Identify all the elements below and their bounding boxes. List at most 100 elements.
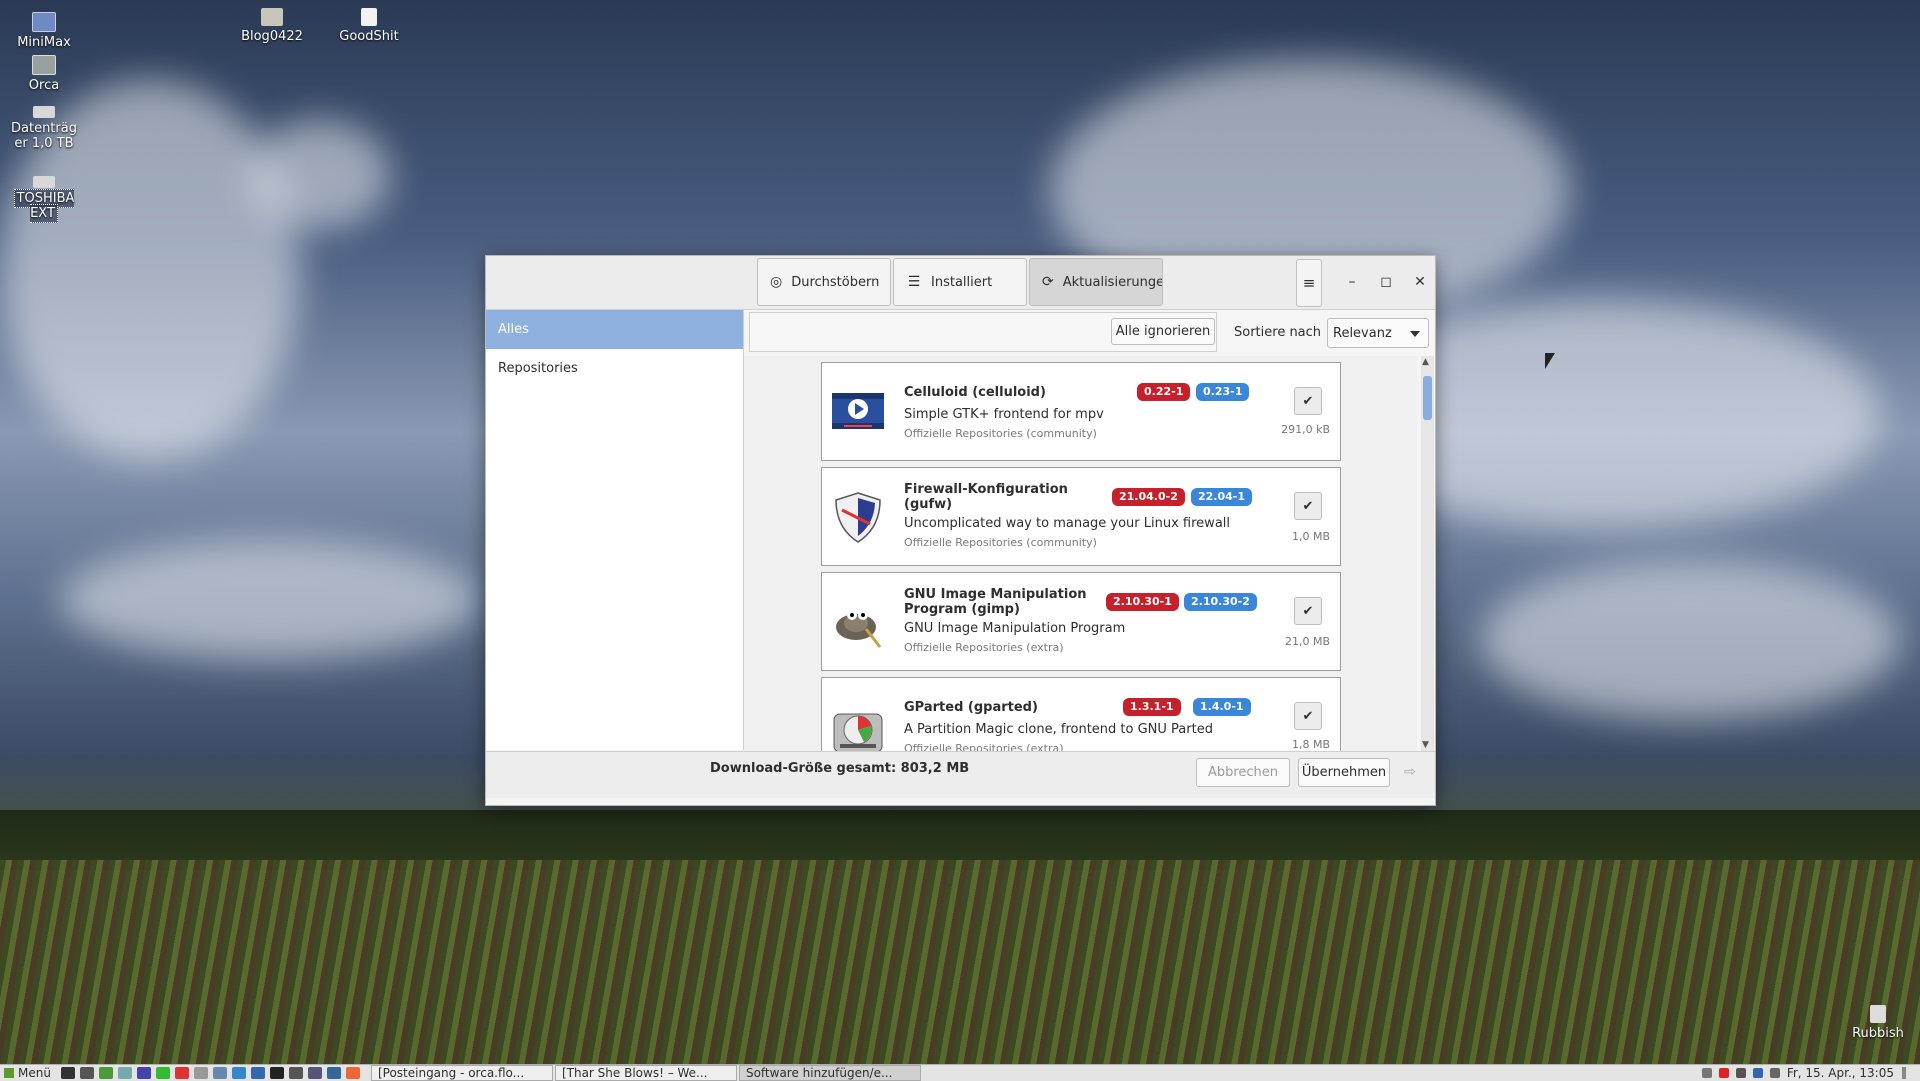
list-scrollbar[interactable]: ▲ ▼ xyxy=(1421,356,1434,751)
app-icon[interactable] xyxy=(307,1067,322,1079)
package-size: 1,0 MB xyxy=(1291,530,1330,543)
package-size: 21,0 MB xyxy=(1284,635,1330,648)
old-version-badge: 1.3.1-1 xyxy=(1123,698,1181,716)
update-icon[interactable] xyxy=(1752,1068,1763,1078)
sidebar-item-repositories[interactable]: Repositories xyxy=(486,349,743,388)
hamburger-menu-button[interactable]: ≡ xyxy=(1296,259,1322,307)
download-size-label: Download-Größe gesamt: 803,2 MB xyxy=(710,761,970,776)
terminal-icon[interactable] xyxy=(79,1067,94,1079)
scroll-up-icon[interactable]: ▲ xyxy=(1422,357,1429,367)
shield-icon xyxy=(830,490,886,543)
desktop-icon-minimax[interactable]: MiniMax xyxy=(4,12,84,50)
update-checkbox[interactable]: ✔ xyxy=(1294,387,1322,415)
app-icon[interactable] xyxy=(155,1067,170,1079)
warning-icon[interactable] xyxy=(1718,1068,1729,1078)
updates-toolbar: Alle ignorieren xyxy=(749,312,1217,352)
desktop-icon-drive[interactable]: Datenträg er 1,0 TB xyxy=(4,106,84,151)
files-icon[interactable] xyxy=(98,1067,113,1079)
clock[interactable]: Fr, 15. Apr., 13:05 xyxy=(1787,1066,1894,1080)
network-icon[interactable] xyxy=(1735,1068,1746,1078)
scrollbar-thumb[interactable] xyxy=(1423,376,1432,420)
cancel-button[interactable]: Abbrechen xyxy=(1196,758,1290,787)
package-size: 1,8 MB xyxy=(1291,738,1330,751)
taskbar-task-mail[interactable]: [Posteingang - orca.flo... xyxy=(370,1065,553,1081)
update-list: Celluloid (celluloid) 0.22-1 0.23-1 Simp… xyxy=(744,356,1417,751)
new-version-badge: 1.4.0-1 xyxy=(1193,698,1251,716)
new-version-badge: 2.10.30-2 xyxy=(1184,593,1257,611)
scroll-down-icon[interactable]: ▼ xyxy=(1422,740,1429,750)
mouse-cursor xyxy=(1545,353,1555,369)
update-checkbox[interactable]: ✔ xyxy=(1294,492,1322,520)
apply-button[interactable]: Übernehmen xyxy=(1298,758,1390,787)
maximize-button[interactable]: ◻ xyxy=(1374,270,1398,294)
trash-icon xyxy=(1870,1005,1886,1023)
header-bar: ◎ Durchstöbern ☰ Installiert ⟳ Aktualisi… xyxy=(486,256,1435,310)
update-checkbox[interactable]: ✔ xyxy=(1294,597,1322,625)
taskbar: Menü [Posteingang - orca.flo... [Thar Sh… xyxy=(0,1064,1920,1081)
list-item[interactable]: Celluloid (celluloid) 0.22-1 0.23-1 Simp… xyxy=(821,362,1341,461)
software-manager-window: ◎ Durchstöbern ☰ Installiert ⟳ Aktualisi… xyxy=(485,255,1436,806)
checkmark-icon: ✔ xyxy=(1302,708,1314,724)
tab-updates[interactable]: ⟳ Aktualisierungen xyxy=(1029,258,1163,306)
repository-sidebar: Alles Repositories xyxy=(486,310,744,750)
crop-field xyxy=(0,860,1920,1065)
close-button[interactable]: ✕ xyxy=(1408,270,1432,294)
desktop-icon-blog0422[interactable]: Blog0422 xyxy=(232,8,312,44)
package-repository: Offizielle Repositories (community) xyxy=(904,536,1097,549)
ignore-all-button[interactable]: Alle ignorieren xyxy=(1111,318,1215,345)
start-menu-button[interactable]: Menü xyxy=(0,1066,55,1080)
app-icon[interactable] xyxy=(326,1067,341,1079)
desktop-icon-rubbish[interactable]: Rubbish xyxy=(1838,1005,1918,1041)
package-description: Simple GTK+ frontend for mpv xyxy=(904,407,1104,422)
sort-label: Sortiere nach xyxy=(1234,325,1322,340)
package-name: Celluloid (celluloid) xyxy=(904,385,1046,400)
app-icon[interactable] xyxy=(174,1067,189,1079)
app-icon[interactable] xyxy=(231,1067,246,1079)
show-desktop-handle[interactable] xyxy=(1902,1067,1906,1079)
package-description: GNU Image Manipulation Program xyxy=(904,621,1126,636)
view-switcher: ◎ Durchstöbern ☰ Installiert ⟳ Aktualisi… xyxy=(757,258,1165,306)
app-icon[interactable] xyxy=(193,1067,208,1079)
package-repository: Offizielle Repositories (extra) xyxy=(904,742,1064,751)
app-icon[interactable] xyxy=(212,1067,227,1079)
old-version-badge: 2.10.30-1 xyxy=(1106,593,1179,611)
checkmark-icon: ✔ xyxy=(1302,603,1314,619)
list-item[interactable]: GNU Image Manipulation Program (gimp) 2.… xyxy=(821,572,1341,671)
app-icon[interactable] xyxy=(269,1067,284,1079)
app-icon[interactable] xyxy=(288,1067,303,1079)
computer-icon xyxy=(32,12,56,32)
old-version-badge: 0.22-1 xyxy=(1137,383,1191,401)
gimp-icon xyxy=(830,595,886,648)
checkmark-icon: ✔ xyxy=(1302,393,1314,409)
update-checkbox[interactable]: ✔ xyxy=(1294,702,1322,730)
package-repository: Offizielle Repositories (extra) xyxy=(904,641,1064,654)
tab-installed[interactable]: ☰ Installiert xyxy=(893,258,1027,306)
drive-icon xyxy=(33,176,55,188)
desktop-icon-orca[interactable]: Orca xyxy=(4,55,84,93)
app-icon[interactable] xyxy=(117,1067,132,1079)
minimize-button[interactable]: – xyxy=(1340,270,1364,294)
folder-icon xyxy=(261,8,283,26)
maximize-icon: ◻ xyxy=(1380,274,1392,290)
firefox-icon[interactable] xyxy=(345,1067,360,1079)
desktop-icon-goodshit[interactable]: GoodShit xyxy=(329,8,409,44)
sidebar-item-all[interactable]: Alles xyxy=(486,310,743,349)
volume-icon[interactable] xyxy=(1701,1068,1712,1078)
home-folder-icon xyxy=(32,55,56,75)
package-description: Uncomplicated way to manage your Linux f… xyxy=(904,516,1231,531)
new-version-badge: 22.04-1 xyxy=(1191,488,1253,506)
taskbar-task-software[interactable]: Software hinzufügen/e... xyxy=(738,1065,921,1081)
desktop-icon-toshiba[interactable]: TOSHIBA EXT xyxy=(4,176,84,223)
tab-browse[interactable]: ◎ Durchstöbern xyxy=(757,258,891,306)
show-desktop-icon[interactable] xyxy=(60,1067,75,1079)
package-size: 291,0 kB xyxy=(1281,423,1330,436)
update-icon: ⟳ xyxy=(1042,274,1054,290)
taskbar-task-browser[interactable]: [Thar She Blows! – We... xyxy=(554,1065,737,1081)
list-item[interactable]: GParted (gparted) 1.3.1-1 1.4.0-1 A Part… xyxy=(821,677,1341,751)
app-icon[interactable] xyxy=(136,1067,151,1079)
sort-select[interactable]: Relevanz xyxy=(1327,318,1429,348)
package-name: GParted (gparted) xyxy=(904,700,1038,715)
list-item[interactable]: Firewall-Konfiguration (gufw) 21.04.0-2 … xyxy=(821,467,1341,566)
app-icon[interactable] xyxy=(250,1067,265,1079)
battery-icon[interactable] xyxy=(1769,1068,1780,1078)
